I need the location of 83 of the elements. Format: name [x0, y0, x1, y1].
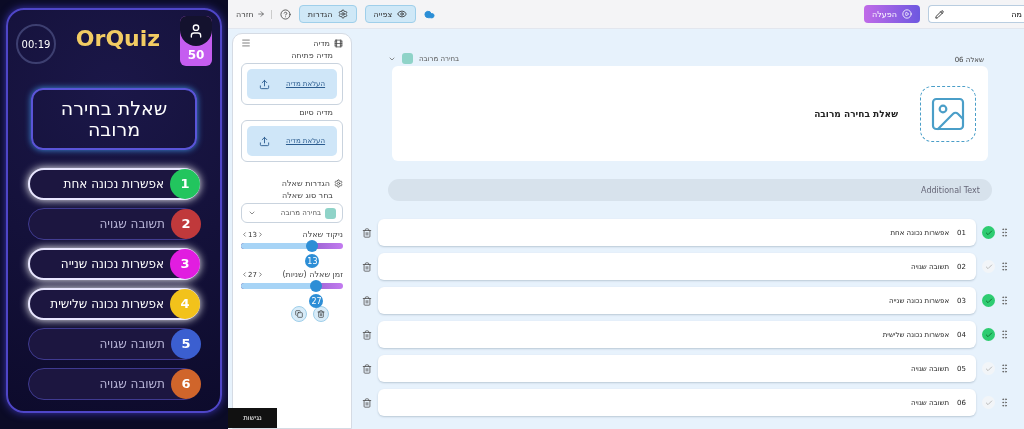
answer-text: תשובה שגויה [99, 336, 165, 351]
answer-text: אפשרות נכונה שלישית [50, 296, 164, 311]
slider-label: ניקוד שאלה [302, 230, 343, 239]
chevron-right-icon[interactable] [256, 231, 264, 238]
play-icon [902, 9, 912, 19]
delete-button[interactable] [313, 306, 329, 322]
number-badge: 5 [171, 328, 201, 359]
preview-button[interactable]: צפייה [364, 5, 417, 23]
chevron-left-icon[interactable] [241, 271, 248, 278]
timer: 00:19 [16, 24, 56, 64]
help-icon[interactable] [279, 8, 291, 20]
correct-toggle[interactable] [982, 226, 995, 239]
question-card: שאלת בחירה מרובה [31, 88, 197, 150]
field-label: מדיה פתיחה [290, 51, 333, 60]
section-title: הגדרות שאלה [281, 179, 330, 188]
arrow-icon [256, 10, 265, 18]
answer-text: אפשרות נכונה אחת [63, 176, 164, 191]
gear-icon [337, 9, 348, 19]
cloud-icon[interactable] [424, 8, 436, 20]
upload-icon [258, 135, 270, 147]
slider-thumb[interactable] [310, 280, 323, 292]
check-icon [984, 330, 993, 339]
number-badge: 6 [171, 368, 201, 399]
correct-toggle[interactable] [982, 328, 995, 341]
field-label: מדיה סיום [298, 108, 333, 117]
slider-label: זמן שאלה (שניות) [282, 270, 343, 279]
upload-icon [258, 78, 270, 90]
number-badge: 1 [170, 168, 200, 199]
type-icon [325, 207, 336, 219]
slider-thumb[interactable] [306, 240, 319, 252]
answer-text: תשובה שגויה [99, 376, 165, 391]
trash-icon[interactable] [362, 329, 372, 340]
check-icon [984, 398, 993, 407]
caret-icon [248, 209, 256, 217]
question-text: שאלת בחירה מרובה [814, 108, 898, 119]
user-icon [188, 23, 204, 39]
answer-text: אפשרות נכונה שנייה [60, 256, 164, 271]
section-title: מדיה [313, 38, 330, 48]
title-field[interactable]: מה [928, 5, 1024, 23]
check-icon [984, 364, 993, 373]
media-icon [334, 38, 343, 48]
value-bubble: 27 [309, 294, 324, 308]
settings-button[interactable]: הגדרות [298, 5, 357, 23]
number-badge: 3 [170, 248, 200, 279]
number-badge: 4 [170, 288, 200, 319]
score: 50 [187, 47, 205, 64]
image-placeholder[interactable] [920, 85, 976, 142]
trash-icon[interactable] [362, 397, 372, 408]
publish-button[interactable]: הפעלה [864, 5, 920, 23]
check-icon [984, 228, 993, 237]
drag-handle[interactable] [999, 363, 1010, 374]
check-icon [984, 296, 993, 305]
field-label: בחר סוג שאלה [281, 191, 333, 200]
correct-toggle[interactable] [982, 396, 995, 409]
copy-button[interactable] [291, 306, 307, 322]
drag-handle[interactable] [999, 261, 1010, 272]
trash-icon[interactable] [362, 295, 372, 306]
chevron-left-icon[interactable] [241, 231, 248, 238]
number-badge: 2 [171, 208, 201, 239]
trash-icon [317, 310, 325, 318]
trash-icon[interactable] [362, 261, 372, 272]
eye-icon [397, 9, 408, 19]
additional-text-field[interactable]: Additional Text [388, 179, 992, 201]
trash-icon[interactable] [362, 227, 372, 238]
correct-toggle[interactable] [982, 260, 995, 273]
check-icon [984, 262, 993, 271]
value-bubble: 13 [305, 254, 320, 268]
trash-icon[interactable] [362, 363, 372, 374]
menu-icon[interactable] [241, 38, 251, 48]
drag-handle[interactable] [999, 397, 1010, 408]
type-icon [402, 53, 413, 64]
gear-icon [334, 179, 343, 188]
copy-icon [295, 310, 303, 318]
drag-handle[interactable] [999, 295, 1010, 306]
chevron-right-icon[interactable] [256, 271, 264, 278]
logo: OrQuiz [75, 26, 161, 51]
answer-text: תשובה שגויה [99, 216, 165, 231]
drag-handle[interactable] [999, 329, 1010, 340]
back-button[interactable]: חזרה [236, 9, 272, 19]
correct-toggle[interactable] [982, 362, 995, 375]
correct-toggle[interactable] [982, 294, 995, 307]
pencil-icon [935, 9, 944, 19]
drag-handle[interactable] [999, 227, 1010, 238]
